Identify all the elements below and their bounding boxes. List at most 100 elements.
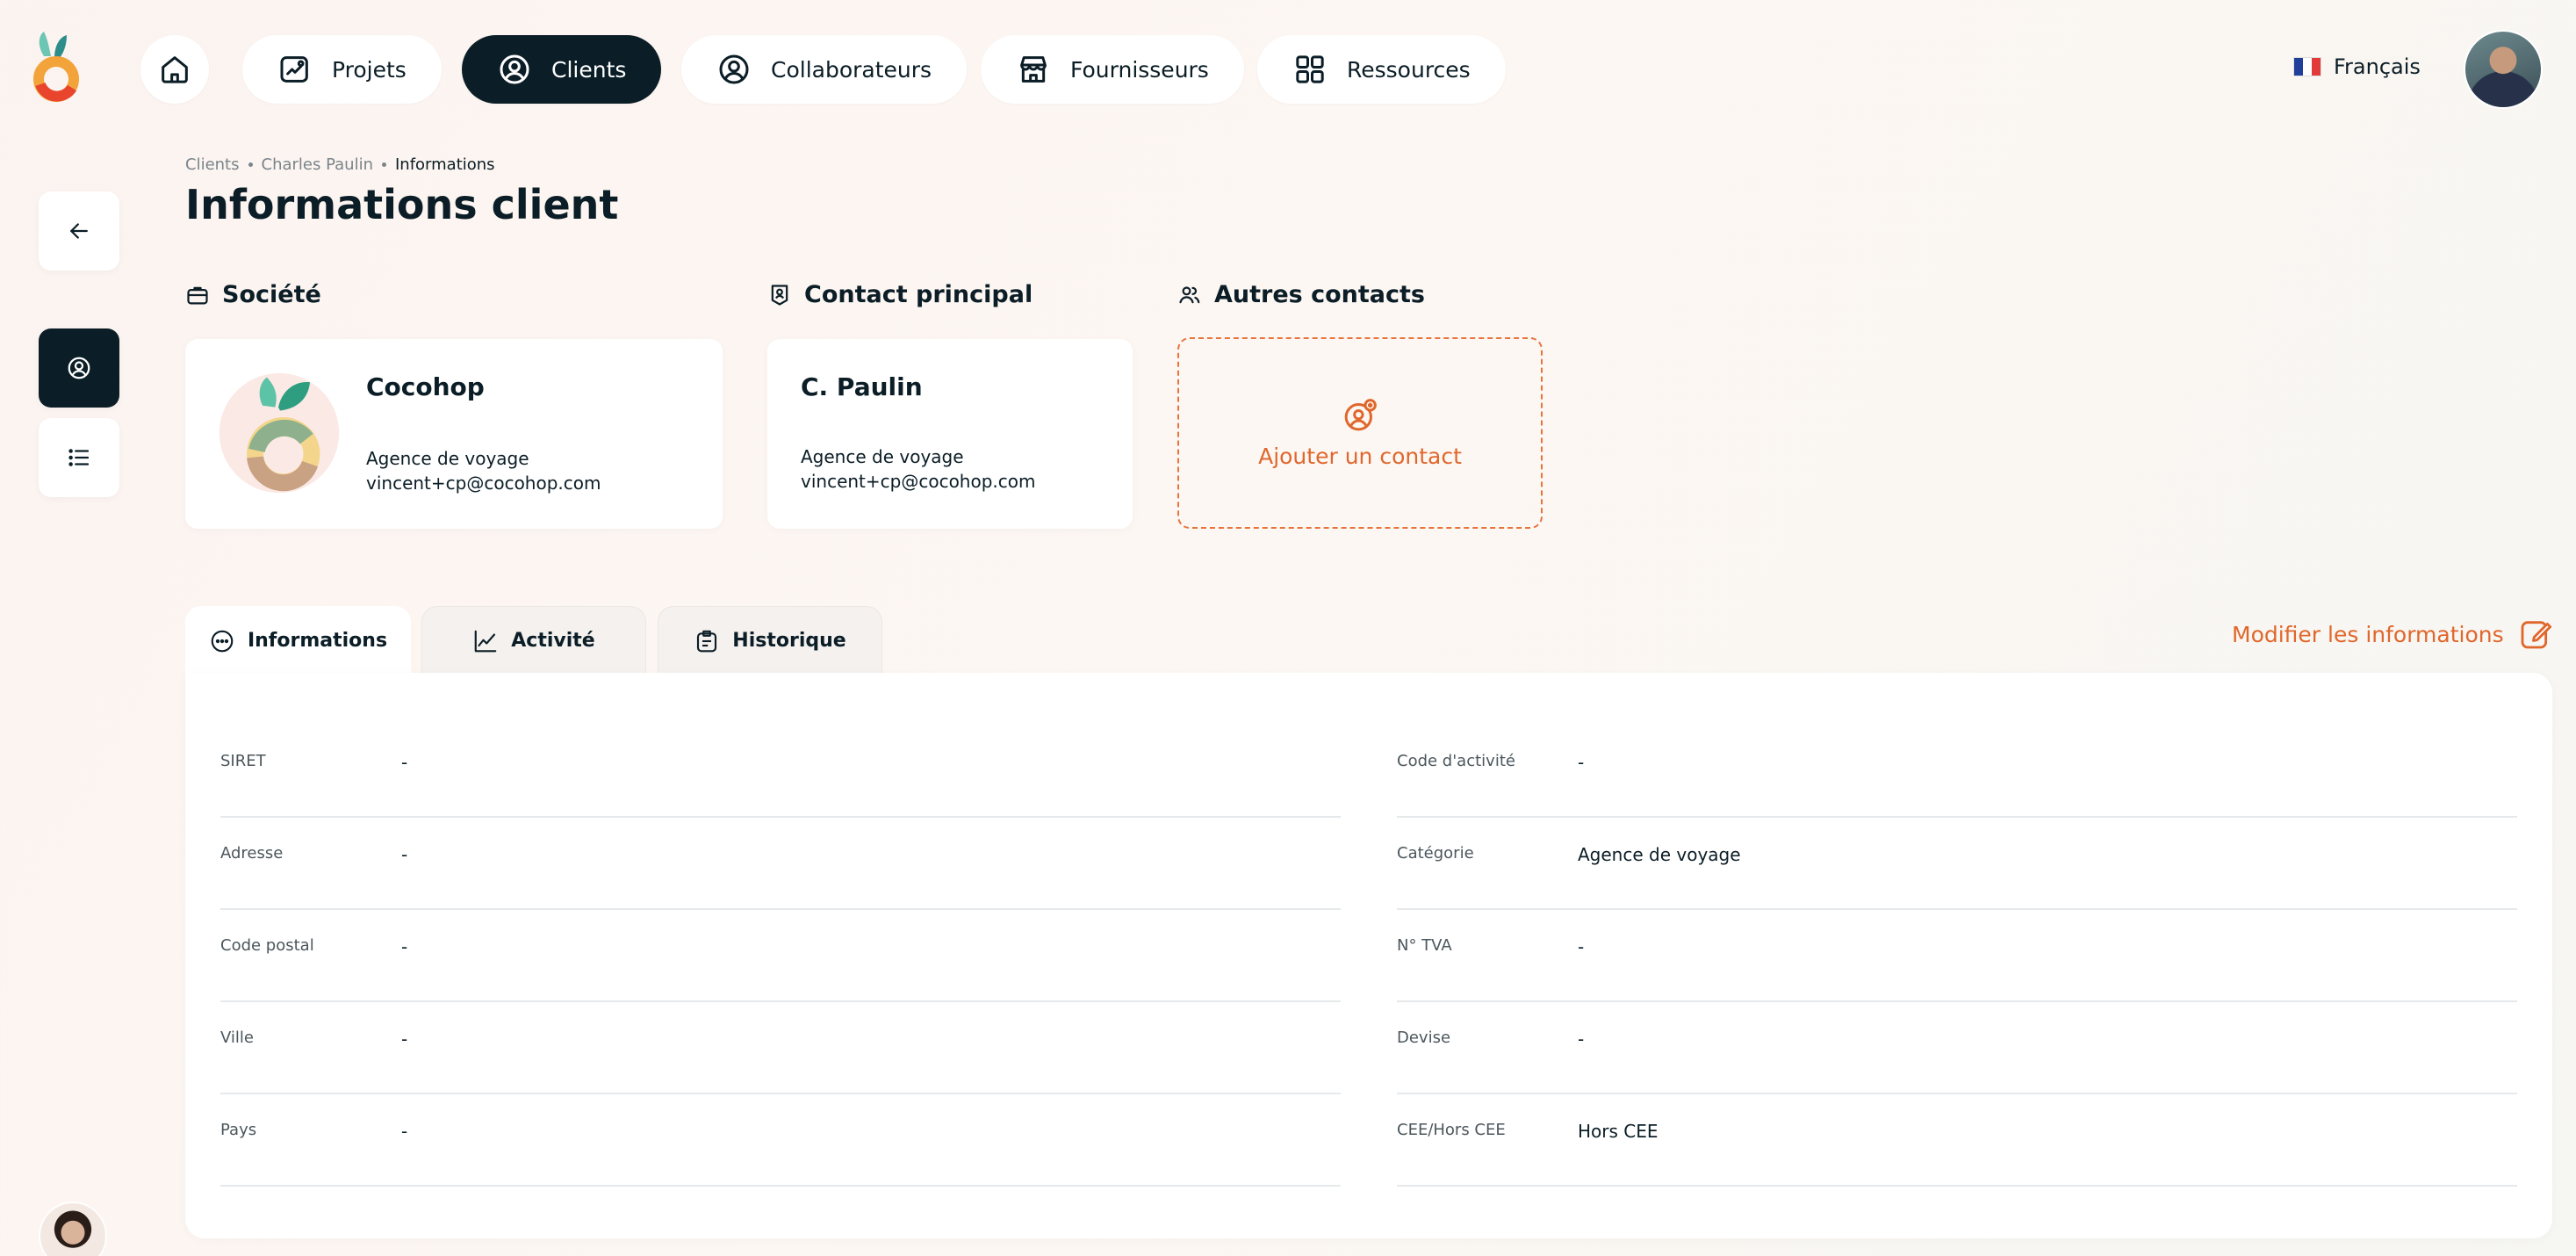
field-value: -	[401, 752, 408, 773]
field-label: SIRET	[220, 752, 266, 770]
field-row-code-postal: Code postal -	[220, 910, 1341, 1002]
field-label: Catégorie	[1397, 844, 1474, 863]
grid-icon	[1296, 55, 1324, 83]
users-icon	[1179, 285, 1200, 303]
user-circle-icon	[500, 54, 529, 84]
nav-ressources[interactable]: Ressources	[1257, 35, 1506, 104]
rail-list[interactable]	[39, 418, 119, 497]
company-email[interactable]: vincent+cp@cocohop.com	[366, 473, 601, 494]
edit-icon	[2521, 621, 2551, 649]
company-logo	[217, 371, 342, 495]
app-logo[interactable]	[32, 30, 84, 109]
field-row-devise: Devise -	[1397, 1002, 2517, 1094]
tab-label: Activité	[511, 630, 595, 652]
field-label: Pays	[220, 1121, 257, 1139]
contact-type: Agence de voyage	[801, 446, 964, 467]
projects-icon	[280, 56, 308, 83]
company-card[interactable]: Cocohop Agence de voyage vincent+cp@coco…	[185, 339, 723, 529]
nav-label: Fournisseurs	[1070, 56, 1209, 83]
user-avatar[interactable]	[2464, 30, 2543, 109]
field-row-tva: N° TVA -	[1397, 910, 2517, 1002]
add-contact-label: Ajouter un contact	[1258, 443, 1462, 469]
breadcrumb-item[interactable]: Charles Paulin	[262, 155, 373, 174]
field-row-adresse: Adresse -	[220, 818, 1341, 910]
tab-label: Informations	[247, 630, 388, 652]
field-value: -	[1578, 936, 1585, 957]
modify-info-button[interactable]: Modifier les informations	[2232, 617, 2553, 652]
field-label: Devise	[1397, 1029, 1451, 1047]
page-title: Informations client	[185, 181, 619, 228]
field-label: Code d'activité	[1397, 752, 1515, 770]
rail-client-info[interactable]	[39, 328, 119, 408]
list-icon	[68, 449, 90, 466]
field-value: -	[401, 1029, 408, 1050]
field-row-pays: Pays -	[220, 1094, 1341, 1187]
field-row-cee: CEE/Hors CEE Hors CEE	[1397, 1094, 2517, 1187]
back-button[interactable]	[39, 191, 119, 271]
chart-line-icon	[474, 630, 497, 652]
nav-label: Clients	[551, 56, 627, 83]
field-value: -	[1578, 752, 1585, 773]
nav-projets[interactable]: Projets	[242, 35, 442, 104]
nav-clients[interactable]: Clients	[462, 35, 662, 104]
field-row-ville: Ville -	[220, 1002, 1341, 1094]
more-circle-icon	[211, 630, 234, 652]
company-name: Cocohop	[366, 372, 485, 401]
tab-informations[interactable]: Informations	[185, 606, 411, 675]
tab-historique[interactable]: Historique	[658, 606, 882, 675]
badge-user-icon	[771, 284, 788, 306]
field-value: Hors CEE	[1578, 1121, 1659, 1142]
nav-label: Collaborateurs	[771, 56, 932, 83]
breadcrumb-current: Informations	[394, 155, 495, 174]
field-value: -	[401, 936, 408, 957]
field-value: -	[401, 844, 408, 865]
clipboard-icon	[697, 630, 717, 652]
modify-label: Modifier les informations	[2232, 621, 2504, 647]
contact-email[interactable]: vincent+cp@cocohop.com	[801, 471, 1035, 492]
section-title-text: Contact principal	[804, 281, 1033, 308]
field-value: -	[401, 1121, 408, 1142]
home-icon	[162, 56, 188, 83]
language-selector[interactable]: Français	[2293, 54, 2421, 79]
field-row-code-activite: Code d'activité -	[1397, 725, 2517, 818]
tab-activite[interactable]: Activité	[421, 606, 646, 675]
language-label: Français	[2334, 54, 2421, 79]
user-circle-icon	[719, 54, 749, 84]
field-value: -	[1578, 1029, 1585, 1050]
add-user-icon	[1344, 398, 1377, 430]
field-label: Adresse	[220, 844, 284, 863]
nav-fournisseurs[interactable]: Fournisseurs	[981, 35, 1244, 104]
contact-card[interactable]: C. Paulin Agence de voyage vincent+cp@co…	[767, 339, 1133, 529]
field-row-categorie: Catégorie Agence de voyage	[1397, 818, 2517, 910]
store-icon	[1020, 56, 1047, 83]
field-row-siret: SIRET -	[220, 725, 1341, 818]
tab-label: Historique	[732, 630, 846, 652]
nav-label: Projets	[332, 56, 407, 83]
section-title-text: Autres contacts	[1214, 281, 1426, 308]
breadcrumb-separator	[381, 162, 386, 167]
section-title-societe: Société	[185, 281, 321, 308]
field-label: CEE/Hors CEE	[1397, 1121, 1506, 1139]
arrow-left-icon	[70, 223, 88, 239]
section-title-autres-contacts: Autres contacts	[1177, 281, 1425, 308]
user-circle-icon	[68, 357, 90, 379]
add-contact-button[interactable]: Ajouter un contact	[1177, 337, 1543, 529]
field-value: Agence de voyage	[1578, 844, 1741, 865]
field-label: N° TVA	[1397, 936, 1452, 955]
assistant-avatar[interactable]	[39, 1202, 107, 1256]
breadcrumb-item[interactable]: Clients	[185, 155, 240, 174]
company-type: Agence de voyage	[366, 448, 529, 469]
briefcase-icon	[187, 286, 208, 304]
breadcrumb: Clients Charles Paulin Informations	[185, 155, 495, 174]
contact-name: C. Paulin	[801, 372, 923, 401]
nav-home[interactable]	[140, 35, 209, 104]
french-flag-icon	[2293, 57, 2321, 76]
section-title-text: Société	[222, 281, 321, 308]
nav-label: Ressources	[1347, 56, 1471, 83]
field-label: Ville	[220, 1029, 254, 1047]
info-panel: SIRET - Adresse - Code postal - Ville - …	[185, 673, 2552, 1238]
section-title-contact-principal: Contact principal	[767, 281, 1033, 308]
nav-collaborateurs[interactable]: Collaborateurs	[681, 35, 968, 104]
breadcrumb-separator	[248, 162, 253, 167]
field-label: Code postal	[220, 936, 314, 955]
